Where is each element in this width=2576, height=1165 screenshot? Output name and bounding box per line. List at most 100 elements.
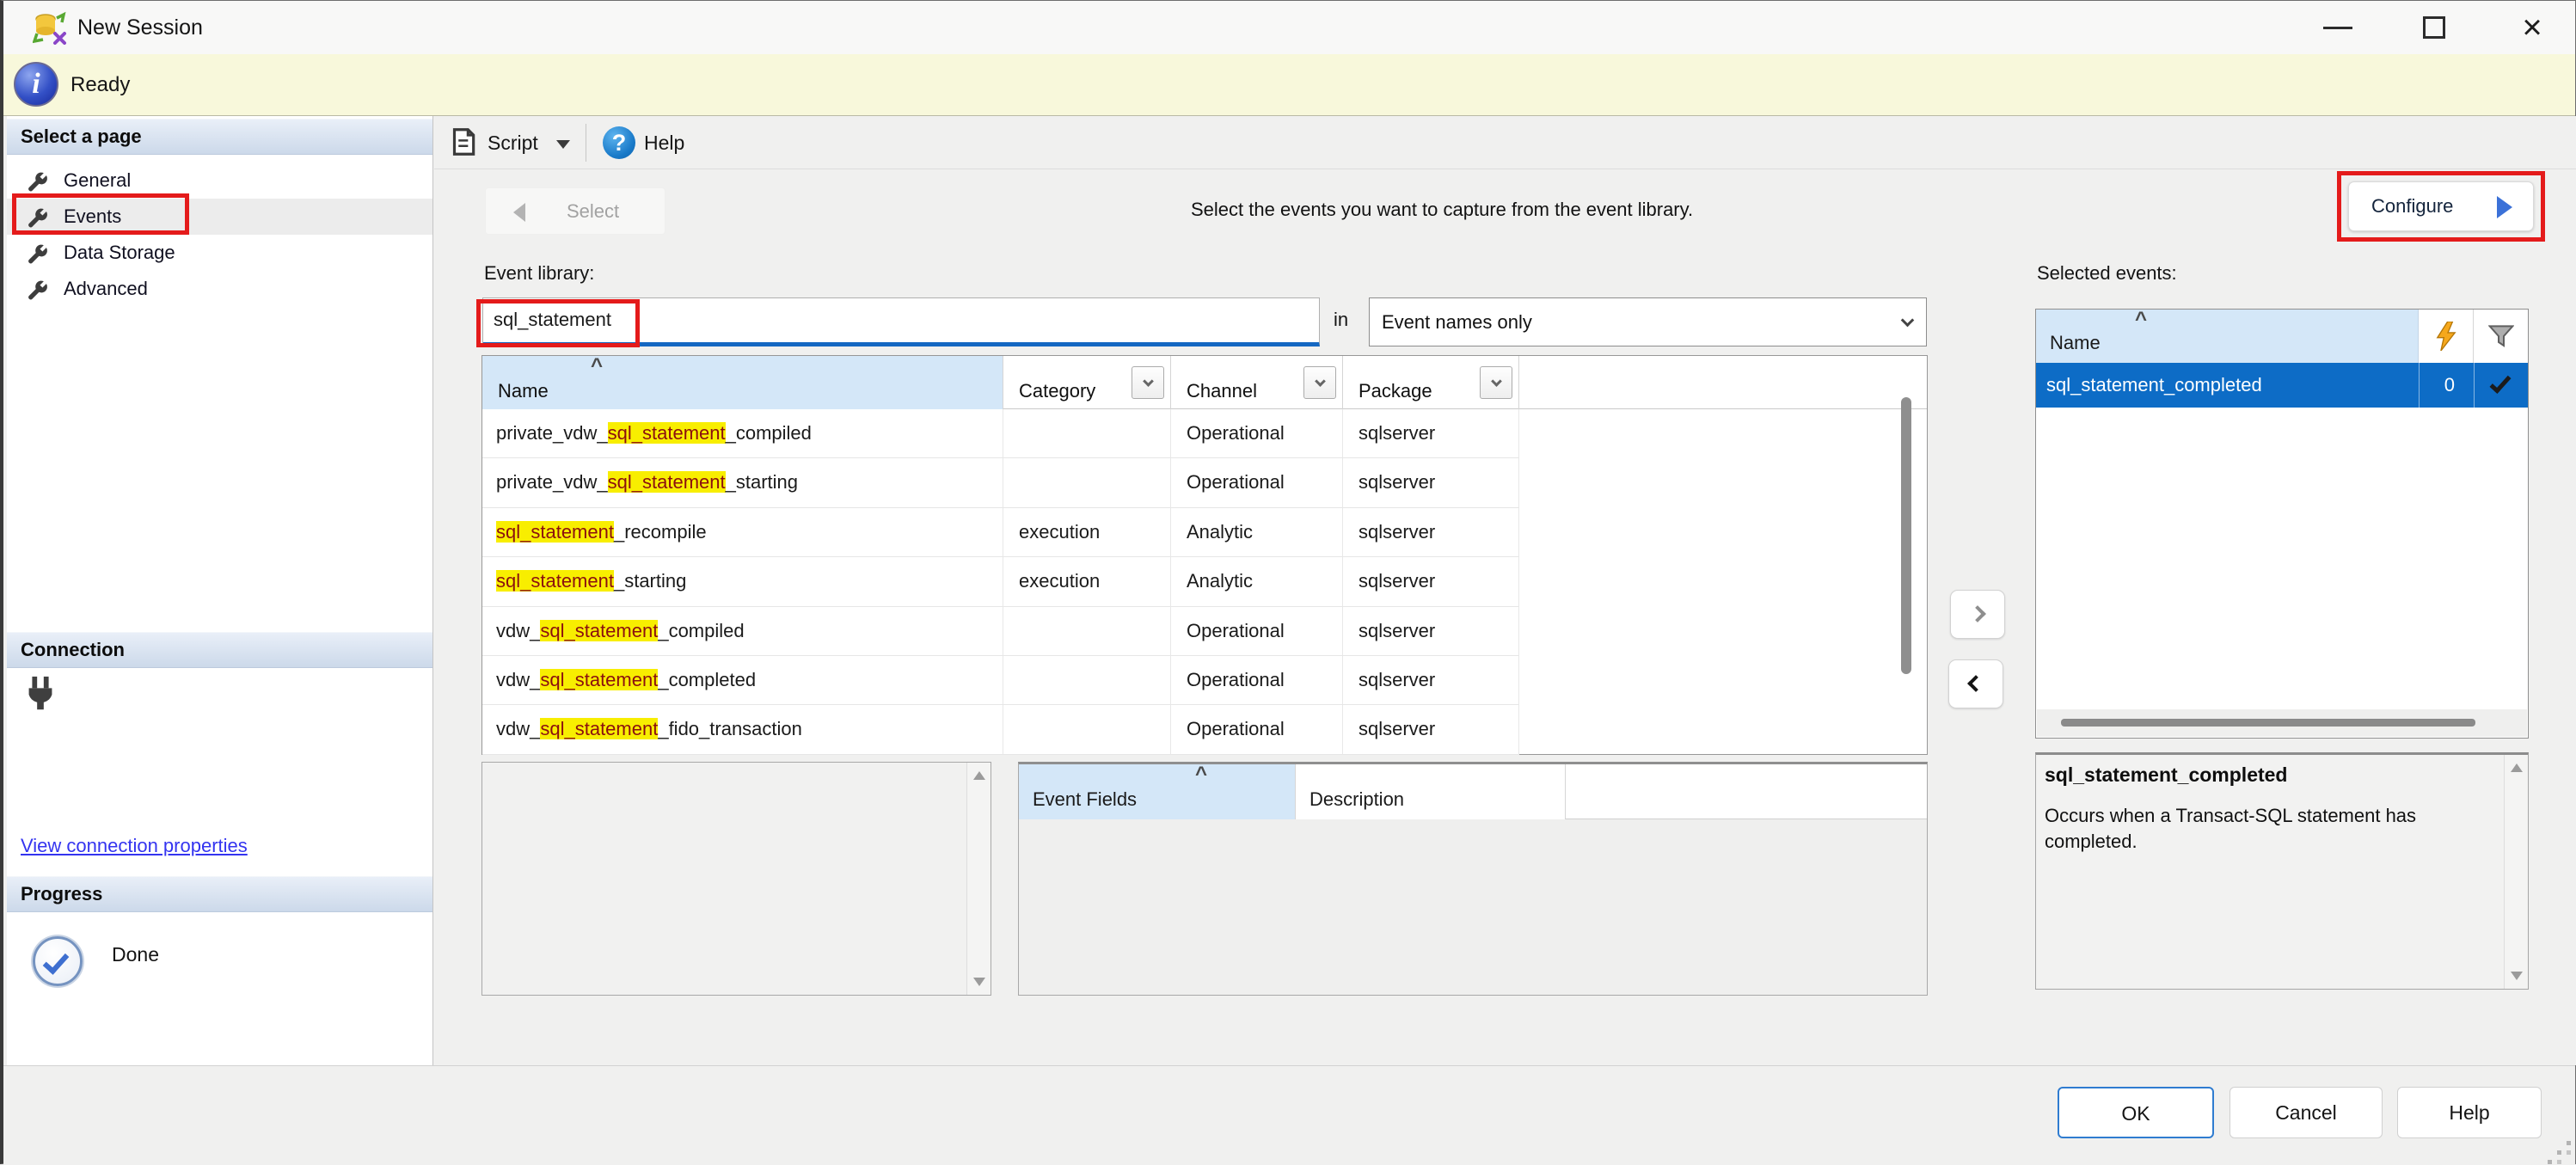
column-header-event-fields[interactable]: ^ Event Fields (1019, 764, 1296, 819)
event-name-suffix: _recompile (614, 521, 707, 543)
column-header-channel[interactable]: Channel (1171, 356, 1343, 409)
filter-funnel-icon (2488, 324, 2514, 348)
in-label: in (1334, 309, 1348, 331)
channel-cell: Operational (1171, 458, 1343, 507)
event-name-prefix: vdw_ (496, 718, 540, 739)
column-header-package[interactable]: Package (1343, 356, 1519, 409)
selected-events-label: Selected events: (2037, 262, 2177, 285)
select-page-header: Select a page (7, 119, 432, 155)
event-name-match: sql_statement (540, 620, 658, 641)
status-text: Ready (71, 54, 130, 116)
event-name-match: sql_statement (608, 422, 726, 444)
footer: OK Cancel Help (3, 1065, 2575, 1165)
column-header-category[interactable]: Category (1003, 356, 1171, 409)
table-row[interactable]: sql_statement_starting execution Analyti… (482, 557, 1519, 606)
wrench-icon (26, 205, 50, 230)
table-row[interactable]: vdw_sql_statement_compiled Operational s… (482, 607, 1519, 656)
sidebar-item-general[interactable]: General (7, 162, 432, 199)
event-description-body: Occurs when a Transact-SQL statement has… (2045, 803, 2483, 854)
help-icon: ? (603, 126, 635, 159)
table-row[interactable]: sql_statement_recompile execution Analyt… (482, 508, 1519, 557)
library-table-body: private_vdw_sql_statement_compiled Opera… (482, 409, 1927, 754)
view-connection-properties-link[interactable]: View connection properties (21, 835, 248, 857)
event-name-prefix: private_vdw_ (496, 471, 608, 493)
event-fields-body (1019, 819, 1927, 995)
package-filter-dropdown[interactable] (1480, 366, 1512, 399)
add-event-button[interactable] (1950, 590, 2005, 639)
category-filter-dropdown[interactable] (1132, 366, 1164, 399)
scroll-down-icon[interactable] (2511, 972, 2523, 980)
channel-cell: Analytic (1171, 557, 1343, 606)
channel-filter-dropdown[interactable] (1303, 366, 1336, 399)
event-name-suffix: _compiled (658, 620, 744, 641)
selected-event-row[interactable]: sql_statement_completed 0 (2036, 363, 2528, 408)
horizontal-scrollbar[interactable] (2037, 709, 2527, 737)
status-bar: i Ready (3, 54, 2575, 116)
close-button[interactable]: × (2495, 1, 2569, 54)
table-row[interactable]: private_vdw_sql_statement_compiled Opera… (482, 409, 1519, 458)
package-cell: sqlserver (1343, 656, 1519, 705)
select-back-button[interactable]: Select (485, 187, 665, 235)
chevron-down-icon (1491, 376, 1502, 387)
info-icon: i (14, 62, 58, 107)
search-scope-select[interactable]: Event names only (1369, 297, 1927, 346)
script-button[interactable]: Script (488, 116, 538, 169)
column-label: Package (1359, 380, 1432, 402)
toolbar: Script ? Help (434, 116, 2576, 169)
column-header-name[interactable]: ^ Name (2036, 310, 2419, 363)
selected-event-name: sql_statement_completed (2046, 363, 2408, 408)
script-dropdown-caret-icon[interactable] (556, 140, 570, 149)
search-scope-value: Event names only (1382, 298, 1532, 346)
table-row[interactable]: vdw_sql_statement_fido_transaction Opera… (482, 705, 1519, 754)
event-name-match: sql_statement (496, 570, 614, 592)
event-library-search-input[interactable]: sql_statement (482, 297, 1320, 346)
done-check-icon (33, 936, 83, 986)
instruction-text: Select the events you want to capture fr… (1191, 199, 1693, 221)
sidebar-item-label: Events (64, 199, 121, 235)
selected-events-header: ^ Name (2036, 310, 2528, 363)
maximize-icon (2423, 16, 2445, 39)
category-cell (1003, 409, 1171, 458)
help-button[interactable]: Help (2397, 1087, 2542, 1138)
column-header-description[interactable]: Description (1296, 764, 1566, 819)
event-fields-panel: ^ Event Fields Description (1018, 762, 1928, 996)
filter-count: 0 (2419, 363, 2463, 408)
maximize-button[interactable] (2397, 1, 2471, 54)
column-header-actions[interactable] (2419, 310, 2474, 363)
table-vertical-scrollbar[interactable] (1901, 397, 1911, 674)
column-header-name[interactable]: ^ Name (482, 356, 1003, 409)
sort-asc-icon: ^ (2135, 308, 2147, 332)
resize-grip[interactable] (2557, 1150, 2561, 1155)
scroll-down-icon[interactable] (973, 978, 985, 986)
window-title: New Session (77, 1, 203, 54)
connection-header: Connection (7, 632, 432, 668)
select-back-label: Select (567, 188, 619, 234)
wrench-icon (26, 278, 50, 302)
table-row[interactable]: private_vdw_sql_statement_starting Opera… (482, 458, 1519, 507)
configure-button[interactable]: Configure (2348, 181, 2534, 231)
sidebar-item-advanced[interactable]: Advanced (7, 271, 432, 307)
scroll-up-icon[interactable] (2511, 763, 2523, 772)
sidebar-item-data-storage[interactable]: Data Storage (7, 235, 432, 271)
minimize-icon (2323, 27, 2352, 29)
chevron-down-icon (1903, 314, 1912, 329)
horizontal-scroll-thumb[interactable] (2061, 719, 2475, 727)
minimize-button[interactable] (2301, 1, 2375, 54)
scroll-up-icon[interactable] (973, 771, 985, 780)
selected-events-table: ^ Name sql_statement_completed 0 (2035, 309, 2529, 739)
column-header-filters[interactable] (2474, 310, 2528, 363)
ok-button[interactable]: OK (2058, 1087, 2214, 1138)
cancel-button[interactable]: Cancel (2229, 1087, 2383, 1138)
enabled-cell (2474, 363, 2528, 408)
vertical-scrollbar[interactable] (966, 763, 991, 995)
vertical-scrollbar[interactable] (2504, 755, 2528, 989)
remove-event-button[interactable] (1948, 659, 2003, 708)
table-row[interactable]: vdw_sql_statement_completed Operational … (482, 656, 1519, 705)
sidebar-item-events[interactable]: Events (7, 199, 432, 235)
sort-asc-icon: ^ (591, 354, 603, 378)
column-label: Channel (1187, 380, 1257, 402)
help-button[interactable]: Help (644, 116, 684, 169)
forward-arrow-icon (2497, 196, 2512, 218)
event-library-label: Event library: (484, 262, 594, 285)
connection-plug-icon (21, 675, 60, 714)
